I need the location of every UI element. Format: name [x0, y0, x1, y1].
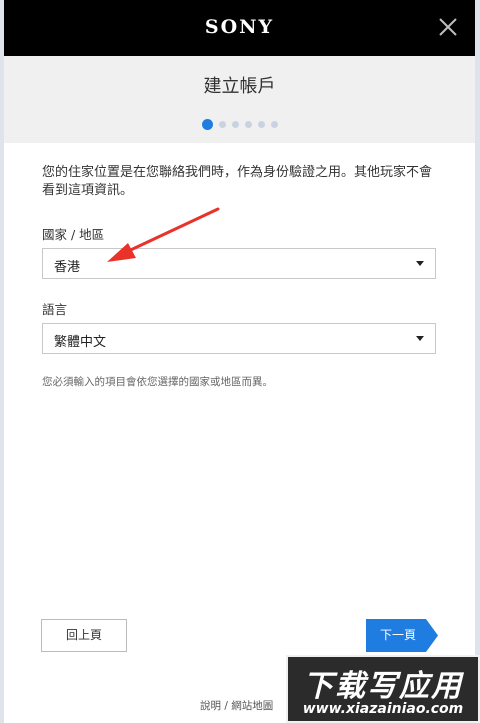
country-label: 國家 / 地區 [42, 227, 105, 242]
language-value: 繁體中文 [54, 335, 107, 350]
step-dot [218, 121, 226, 128]
step-dot [244, 121, 252, 128]
watermark-text: 下载写应用 [303, 669, 463, 704]
language-select[interactable]: 繁體中文 [42, 323, 436, 354]
watermark-logo: 下载写应用 www.xiazainiao.com [286, 655, 480, 723]
country-select[interactable]: 香港 [42, 248, 436, 279]
step-dot [270, 121, 278, 128]
back-button[interactable]: 回上頁 [41, 619, 127, 652]
form-note: 您必須輸入的項目會依您選擇的國家或地區而異。 [42, 376, 273, 388]
title-bar: 建立帳戶 [4, 56, 475, 143]
step-dot [231, 121, 239, 128]
top-bar: SONY [4, 0, 475, 56]
page-title: 建立帳戶 [203, 76, 276, 97]
next-button[interactable]: 下一頁 [366, 619, 438, 652]
language-label: 語言 [42, 302, 68, 317]
country-value: 香港 [54, 260, 81, 275]
close-icon[interactable] [435, 14, 461, 40]
dropdown-arrow-icon [416, 336, 424, 341]
next-button-label: 下一頁 [379, 628, 416, 642]
step-dot [257, 121, 265, 128]
location-description: 您的住家位置是在您聯絡我們時，作為身份驗證之用。其他玩家不會看到這項資訊。 [42, 165, 433, 198]
dropdown-arrow-icon [416, 261, 424, 266]
sony-logo: SONY [204, 16, 275, 38]
step-indicator [4, 114, 475, 130]
footer-separator: / [224, 700, 228, 712]
watermark-url: www.xiazainiao.com [302, 701, 464, 717]
create-account-dialog: SONY 建立帳戶 您的住家位置是在您聯絡我們時，作為身份驗證之用。其他玩家不會… [4, 0, 475, 723]
step-dot-current [201, 119, 213, 130]
sitemap-link[interactable]: 網站地圖 [231, 700, 273, 712]
help-link[interactable]: 說明 [200, 700, 221, 712]
footer-links: 說明 / 網站地圖 [200, 698, 273, 713]
